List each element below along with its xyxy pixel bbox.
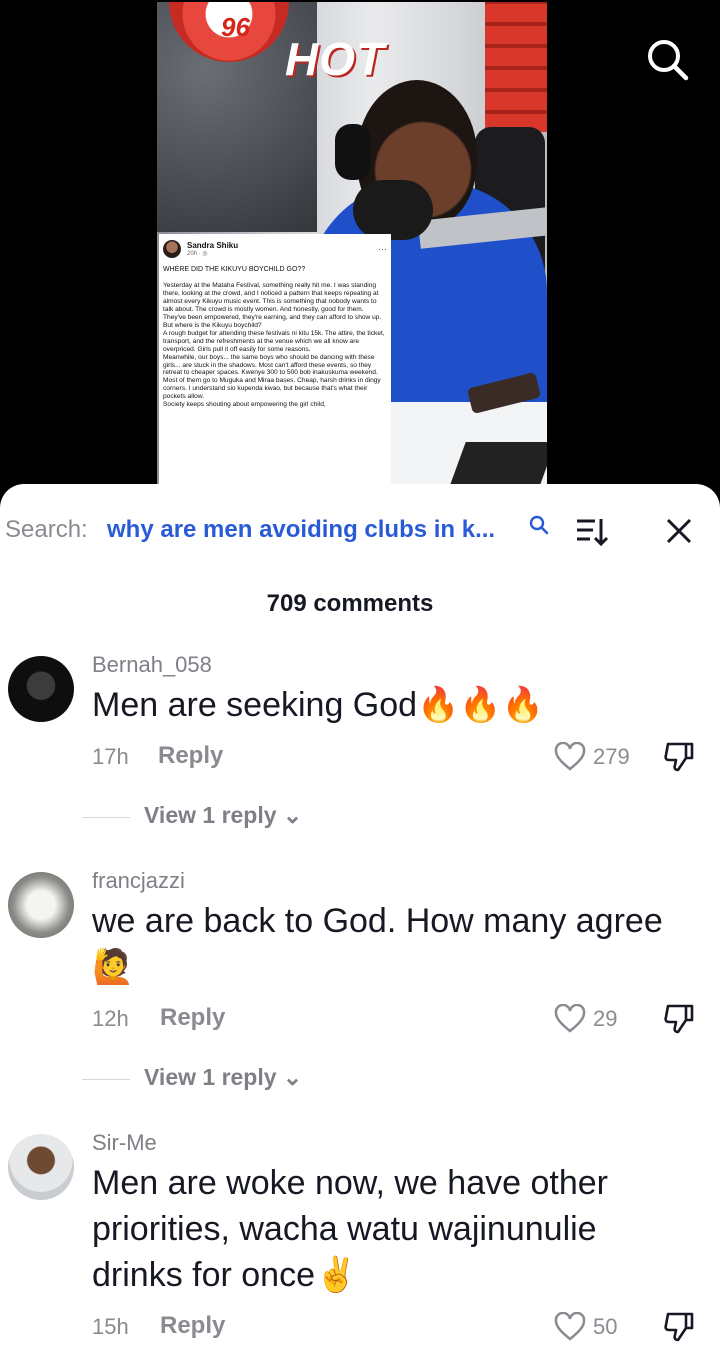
like-count: 50	[593, 1314, 618, 1339]
dislike-icon[interactable]	[662, 1310, 696, 1344]
post-avatar	[163, 240, 181, 258]
comment-username[interactable]: Sir-Me	[92, 1130, 157, 1156]
comment-text: we are back to God. How many agree 🙋	[92, 902, 663, 986]
close-icon[interactable]	[664, 516, 694, 546]
comments-count: 709 comments	[266, 590, 434, 617]
comments-sheet: Search: why are men avoiding clubs in k.…	[0, 484, 720, 1348]
facebook-post-overlay: Sandra Shiku 20h · ◎ ··· WHERE DID THE K…	[159, 234, 391, 490]
dislike-icon[interactable]	[662, 1002, 696, 1036]
headphones	[335, 124, 371, 180]
comment-username[interactable]: francjazzi	[92, 868, 185, 894]
station-sign: HOT	[285, 33, 386, 85]
sort-icon[interactable]	[575, 516, 609, 548]
post-body: Yesterday at the Mataha Festival, someth…	[163, 282, 385, 409]
heart-icon[interactable]	[554, 1004, 586, 1034]
post-author: Sandra Shiku	[187, 240, 239, 250]
keyboard	[448, 442, 547, 490]
post-title: WHERE DID THE KIKUYU BOYCHILD GO??	[163, 266, 306, 273]
divider	[82, 1079, 130, 1080]
search-icon[interactable]	[528, 514, 550, 536]
heart-icon[interactable]	[554, 1312, 586, 1342]
divider	[82, 817, 130, 818]
comment-time: 15h	[92, 1314, 129, 1339]
search-label: Search:	[5, 516, 88, 543]
comment-time: 12h	[92, 1006, 129, 1031]
comment-text: Men are woke now, we have other prioriti…	[92, 1164, 608, 1294]
like-count: 279	[593, 744, 630, 769]
red-wall-panel	[485, 2, 547, 132]
reply-button[interactable]: Reply	[160, 1312, 225, 1340]
view-replies-label: View 1 reply ⌄	[144, 802, 303, 828]
dislike-icon[interactable]	[662, 740, 696, 774]
avatar[interactable]	[8, 1134, 74, 1200]
avatar[interactable]	[8, 872, 74, 938]
video-frame: 96 HOT Sandra Shiku 20h · ◎ ··· WHERE DI…	[157, 2, 547, 490]
video-player[interactable]: 96 HOT Sandra Shiku 20h · ◎ ··· WHERE DI…	[0, 0, 720, 500]
avatar[interactable]	[8, 656, 74, 722]
more-icon: ···	[378, 244, 387, 254]
globe-icon: ◎	[202, 250, 208, 257]
post-time: 20h · ◎	[187, 250, 208, 257]
like-count: 29	[593, 1006, 618, 1031]
reply-button[interactable]: Reply	[158, 742, 223, 770]
search-bar[interactable]: Search: why are men avoiding clubs in k.…	[0, 514, 720, 550]
search-icon[interactable]	[644, 36, 692, 84]
reply-button[interactable]: Reply	[160, 1004, 225, 1032]
search-query-link[interactable]: why are men avoiding clubs in k...	[107, 516, 495, 544]
post-header: Sandra Shiku 20h · ◎ ···	[159, 234, 391, 260]
microphone	[353, 180, 433, 240]
comment-username[interactable]: Bernah_058	[92, 652, 212, 678]
view-replies-label: View 1 reply ⌄	[144, 1064, 303, 1090]
comment-text: Men are seeking God🔥🔥🔥	[92, 686, 545, 724]
heart-icon[interactable]	[554, 742, 586, 772]
comment-time: 17h	[92, 744, 129, 769]
